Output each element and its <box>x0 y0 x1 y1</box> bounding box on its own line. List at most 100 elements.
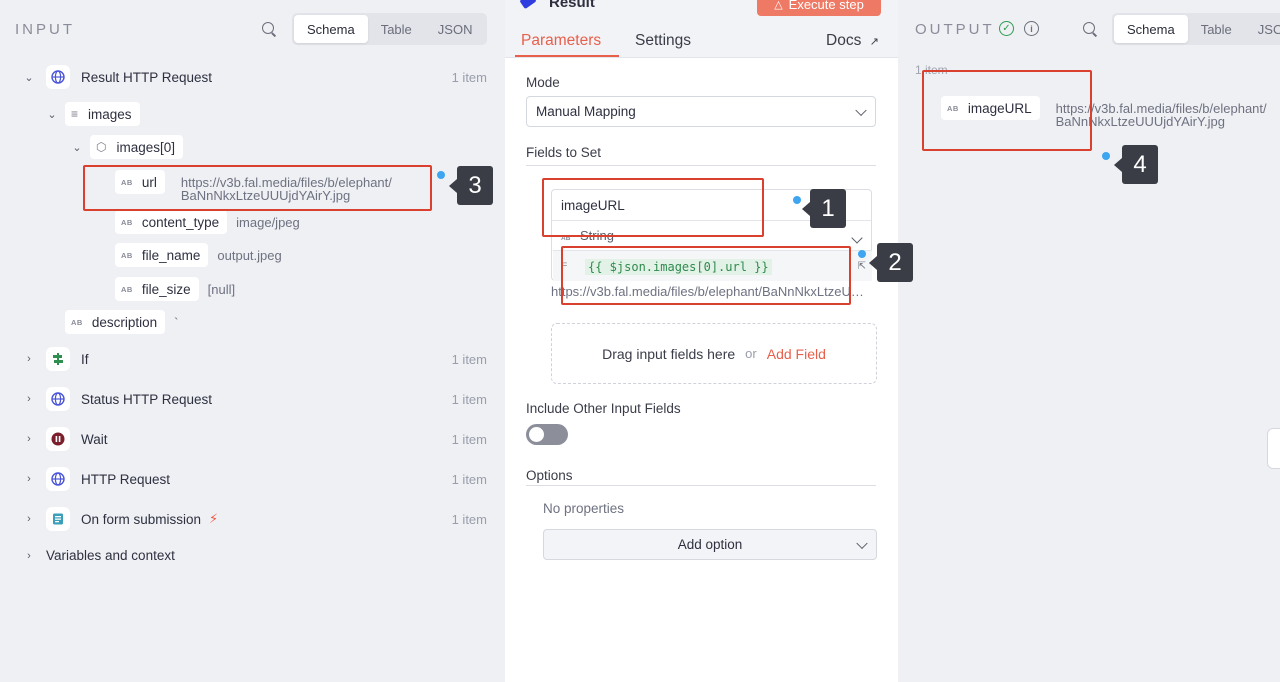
field-pill-file-name[interactable]: AB file_name <box>115 243 209 267</box>
field-row-file-name[interactable]: AB file_name output.jpeg <box>115 243 282 267</box>
form-icon <box>46 507 70 531</box>
field-pill-images[interactable]: ≡ images <box>65 102 140 126</box>
node-label: Wait <box>81 431 108 447</box>
chevron-right-icon[interactable]: › <box>22 432 36 446</box>
node-label: Variables and context <box>46 548 175 563</box>
mode-select[interactable]: Manual Mapping <box>526 96 876 127</box>
tree-node-status-http-request[interactable]: › Status HTTP Request 1 item <box>22 387 505 411</box>
tab-docs[interactable]: Docs ↗ <box>826 32 879 50</box>
side-drawer-handle[interactable] <box>1267 428 1280 469</box>
chevron-right-icon[interactable]: › <box>22 392 36 406</box>
annotation-badge-3: 3 <box>457 166 493 205</box>
mode-label: Mode <box>526 75 560 90</box>
search-icon[interactable] <box>261 21 277 37</box>
add-field-link[interactable]: Add Field <box>767 346 826 362</box>
chevron-right-icon[interactable]: › <box>22 512 36 526</box>
field-row-file-size[interactable]: AB file_size [null] <box>115 277 235 301</box>
node-label: Result HTTP Request <box>81 69 213 85</box>
string-type-icon: AB <box>121 217 133 227</box>
input-view-tabs: Schema Table JSON <box>292 13 487 45</box>
string-type-icon: AB <box>121 284 133 294</box>
annotation-badge-4: 4 <box>1122 145 1158 184</box>
annotation-dot-4 <box>1102 152 1110 160</box>
field-key: images[0] <box>116 139 176 155</box>
info-icon[interactable]: i <box>1024 21 1039 36</box>
field-pill-content-type[interactable]: AB content_type <box>115 210 228 234</box>
tree-node-if[interactable]: › If 1 item <box>22 347 505 371</box>
options-label: Options <box>526 468 573 483</box>
item-count: 1 item <box>451 511 487 527</box>
annotation-box-2 <box>561 246 851 305</box>
dropzone-text: Drag input fields here <box>602 345 736 362</box>
tree-node-images-0[interactable]: ⌄ ⬡ images[0] <box>70 135 184 159</box>
chevron-right-icon[interactable]: › <box>22 352 36 366</box>
globe-icon <box>46 387 70 411</box>
field-pill-file-size[interactable]: AB file_size <box>115 277 199 301</box>
chevron-right-icon[interactable]: › <box>22 549 36 563</box>
variables-and-context[interactable]: › Variables and context <box>22 548 175 563</box>
node-editor-panel: Result △ Execute step Parameters Setting… <box>505 0 898 682</box>
chevron-down-icon[interactable]: ⌄ <box>70 140 84 154</box>
add-option-label: Add option <box>677 537 743 552</box>
tree-node-http-request[interactable]: › HTTP Request 1 item <box>22 467 505 491</box>
field-pill-description[interactable]: AB description <box>65 310 166 334</box>
tree-node-result-http-request[interactable]: ⌄ Result HTTP Request 1 item <box>22 65 505 89</box>
search-icon[interactable] <box>1082 21 1098 37</box>
mode-value: Manual Mapping <box>536 104 636 119</box>
tab-settings[interactable]: Settings <box>635 32 691 50</box>
expand-expression-icon[interactable]: ⇱ <box>858 261 866 272</box>
globe-icon <box>46 467 70 491</box>
execute-step-label: Execute step <box>788 0 864 12</box>
chevron-down-icon[interactable]: ⌄ <box>45 107 59 121</box>
trigger-bolt-icon: ⚡ <box>209 511 219 526</box>
item-count: 1 item <box>451 431 487 447</box>
field-key: file_name <box>141 247 201 263</box>
item-count: 1 item <box>451 471 487 487</box>
add-option-button[interactable]: Add option <box>543 529 877 560</box>
chevron-down-icon[interactable] <box>851 232 863 244</box>
include-other-fields-toggle[interactable] <box>526 424 568 445</box>
if-node-icon <box>46 347 70 371</box>
execute-step-button[interactable]: △ Execute step <box>757 0 881 16</box>
fields-to-set-label: Fields to Set <box>526 145 602 160</box>
chevron-down-icon <box>855 104 867 116</box>
tab-parameters[interactable]: Parameters <box>521 32 601 50</box>
node-label: HTTP Request <box>81 471 171 487</box>
tab-schema[interactable]: Schema <box>1114 15 1188 43</box>
node-label: On form submission <box>81 511 202 527</box>
item-count: 1 item <box>451 391 487 407</box>
chevron-down-icon <box>856 537 868 549</box>
field-dropzone[interactable]: Drag input fields here or Add Field <box>551 323 877 384</box>
tab-table[interactable]: Table <box>1188 15 1245 43</box>
no-properties-text: No properties <box>543 501 625 516</box>
tab-json[interactable]: JSON <box>425 15 486 43</box>
annotation-box-3 <box>83 165 432 211</box>
globe-icon <box>46 65 70 89</box>
tree-node-on-form-submission[interactable]: › On form submission ⚡ 1 item <box>22 507 505 531</box>
field-key: content_type <box>141 214 220 230</box>
field-key: images <box>88 106 132 122</box>
chevron-right-icon[interactable]: › <box>22 472 36 486</box>
field-key: file_size <box>141 281 191 297</box>
section-divider <box>526 165 876 166</box>
tree-node-wait[interactable]: › Wait 1 item <box>22 427 505 451</box>
tab-table[interactable]: Table <box>368 15 425 43</box>
tree-node-images[interactable]: ⌄ ≡ images <box>45 102 140 126</box>
output-panel-title: OUTPUT <box>915 21 995 38</box>
field-value: ` <box>174 314 179 330</box>
item-count: 1 item <box>451 69 487 85</box>
item-count: 1 item <box>451 351 487 367</box>
annotation-dot-1 <box>793 196 801 204</box>
dropzone-or: or <box>745 346 757 361</box>
tab-schema[interactable]: Schema <box>294 15 368 43</box>
string-type-icon: AB <box>71 317 83 327</box>
tab-json[interactable]: JSON <box>1245 15 1280 43</box>
field-row-content-type[interactable]: AB content_type image/jpeg <box>115 210 300 234</box>
list-icon: ≡ <box>71 107 79 121</box>
success-check-icon: ✓ <box>999 21 1014 36</box>
field-pill-images-0[interactable]: ⬡ images[0] <box>90 135 184 159</box>
field-row-description[interactable]: AB description ` <box>65 310 178 334</box>
section-divider <box>526 485 876 486</box>
node-title[interactable]: Result <box>549 0 595 11</box>
chevron-down-icon[interactable]: ⌄ <box>22 70 36 84</box>
